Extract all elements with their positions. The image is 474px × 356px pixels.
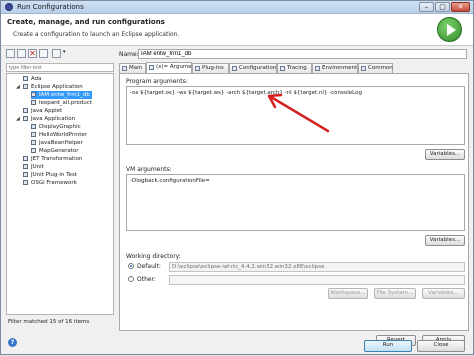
maximize-button[interactable]: □	[435, 2, 450, 12]
tab-configuration[interactable]: Configuration	[229, 63, 277, 73]
tree-item-ada[interactable]: Ada	[23, 75, 42, 83]
plugins-tab-icon	[195, 66, 200, 71]
configuration-tab-icon	[232, 66, 237, 71]
dir-variables-button[interactable]: Variables...	[422, 288, 465, 299]
tab-tracing[interactable]: Tracing	[277, 63, 312, 73]
java-config-icon	[31, 124, 36, 129]
jet-icon	[23, 156, 28, 161]
dialog-header: Create, manage, and run configurations C…	[1, 14, 473, 46]
tree-item-java-applet[interactable]: Java Applet	[23, 107, 62, 115]
tree-item-iam-entw[interactable]: IAM entw_frm1_db	[31, 91, 92, 99]
filter-icon[interactable]	[52, 49, 61, 58]
collapse-icon[interactable]: ◢	[16, 83, 20, 91]
java-config-icon	[31, 140, 36, 145]
tab-environment[interactable]: Environment	[312, 63, 358, 73]
default-radio[interactable]	[128, 263, 134, 269]
tree-item-junit-plugin-test[interactable]: JUnit Plug-in Test	[23, 171, 77, 179]
program-arguments-label: Program arguments:	[126, 78, 188, 85]
common-tab-icon	[361, 66, 366, 71]
help-icon[interactable]: ?	[8, 338, 17, 347]
main-tab-icon	[122, 66, 127, 71]
default-directory-field: D:\eclipse\eclipse-iaf-rtc_4.4.2.win32.w…	[169, 262, 465, 272]
tree-item-leopard[interactable]: leopard_all.product	[31, 99, 92, 107]
ada-icon	[23, 76, 28, 81]
eclipse-app-icon	[5, 3, 13, 11]
tree-item-jet-transformation[interactable]: JET Transformation	[23, 155, 82, 163]
name-label: Name:	[119, 51, 139, 58]
tree-item-mapgenerator[interactable]: MapGenerator	[31, 147, 79, 155]
filter-input[interactable]	[6, 63, 114, 72]
workspace-button[interactable]: Workspace...	[328, 288, 368, 299]
filter-status: Filter matched 15 of 16 items	[8, 319, 90, 325]
tree-item-java-application[interactable]: ◢ Java Application	[16, 115, 75, 123]
tab-plugins[interactable]: Plug-ins	[192, 63, 229, 73]
vm-arguments-label: VM arguments:	[126, 166, 172, 173]
tree-item-javabeanhelper[interactable]: JavaBeanHelper	[31, 139, 83, 147]
filter-dropdown-icon[interactable]: ▾	[63, 49, 66, 55]
tree-item-displaygraphic[interactable]: DisplayGraphic	[31, 123, 81, 131]
arguments-tab-icon	[149, 65, 154, 70]
new-config-icon[interactable]	[6, 49, 15, 58]
vm-arguments-textarea[interactable]: -Dlogback.configurationFile=	[126, 174, 465, 231]
java-config-icon	[31, 132, 36, 137]
java-config-icon	[31, 148, 36, 153]
applet-icon	[23, 108, 28, 113]
vm-variables-button[interactable]: Variables...	[425, 235, 465, 246]
other-directory-field[interactable]	[169, 275, 465, 285]
tracing-tab-icon	[280, 66, 285, 71]
delete-icon[interactable]: ✕	[28, 49, 37, 58]
environment-tab-icon	[315, 66, 320, 71]
config-tree: Ada ◢ Eclipse Application IAM entw_frm1_d…	[6, 73, 114, 315]
name-field[interactable]	[138, 49, 467, 59]
minimize-button[interactable]: –	[419, 2, 434, 12]
tree-item-junit[interactable]: JUnit	[23, 163, 44, 171]
title-bar: Run Configurations – □ ✕	[1, 1, 473, 14]
other-label: Other:	[137, 276, 156, 283]
file-system-button[interactable]: File System...	[374, 288, 416, 299]
tab-main[interactable]: Main	[119, 63, 146, 73]
collapse-icon[interactable]: ◢	[16, 115, 20, 123]
dialog-description: Create a configuration to launch an Ecli…	[13, 31, 180, 38]
osgi-icon	[23, 180, 28, 185]
tree-item-eclipse-application[interactable]: ◢ Eclipse Application	[16, 83, 83, 91]
tab-common[interactable]: Common	[358, 63, 393, 73]
collapse-all-icon[interactable]	[39, 49, 48, 58]
default-label: Default:	[137, 263, 161, 270]
run-banner-icon	[437, 17, 462, 42]
duplicate-icon[interactable]	[17, 49, 26, 58]
other-radio[interactable]	[128, 276, 134, 282]
close-window-button[interactable]: ✕	[451, 2, 470, 12]
program-arguments-textarea[interactable]: -os ${target.os} -ws ${target.ws} -arch …	[126, 86, 465, 145]
working-directory-label: Working directory:	[126, 253, 181, 260]
program-variables-button[interactable]: Variables...	[425, 149, 465, 160]
junit-plugin-icon	[23, 172, 28, 177]
run-button[interactable]: Run	[364, 340, 412, 352]
dialog-title: Create, manage, and run configurations	[7, 18, 165, 26]
eclipse-config-icon	[31, 100, 36, 105]
tree-item-osgi-framework[interactable]: OSGi Framework	[23, 179, 77, 187]
arguments-panel: Program arguments: -os ${target.os} -ws …	[119, 73, 469, 331]
window-title: Run Configurations	[17, 3, 84, 11]
close-button[interactable]: Close	[417, 340, 465, 352]
eclipse-config-icon	[31, 92, 36, 97]
tree-item-helloworldprinter[interactable]: HelloWorldPrinter	[31, 131, 87, 139]
junit-icon	[23, 164, 28, 169]
java-app-icon	[23, 116, 28, 121]
eclipse-icon	[23, 84, 28, 89]
run-configurations-window: Run Configurations – □ ✕ Create, manage,…	[0, 0, 474, 355]
